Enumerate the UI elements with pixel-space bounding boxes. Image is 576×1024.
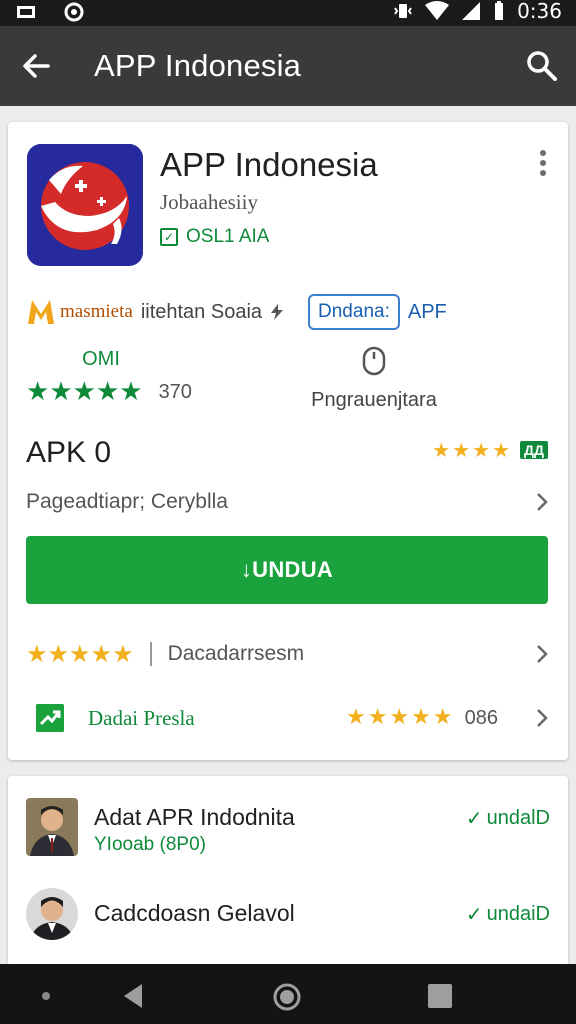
- rating-summary: OMI ★ ★ ★ ★ ★ 370: [26, 348, 216, 405]
- checkmark-icon: ✓: [465, 904, 483, 926]
- star-icon: ★: [69, 640, 91, 668]
- star-icon: ★: [90, 640, 113, 668]
- category-suffix[interactable]: APF: [408, 301, 447, 324]
- install-info: Pngrauenjtara: [304, 346, 444, 412]
- rating-stars: ★ ★ ★ ★ ★ 370: [26, 379, 216, 405]
- list-item-title: Adat APR Indodnita: [94, 804, 295, 830]
- star-icon: ★: [26, 640, 48, 668]
- checkmark-icon: ✓: [465, 808, 483, 830]
- trending-icon: [36, 704, 64, 732]
- star-icon: ★: [345, 705, 366, 730]
- star-icon: ★: [112, 640, 134, 668]
- status-bar: 0:36: [0, 0, 576, 26]
- app-bar: APP Indonesia: [0, 26, 576, 106]
- apk-title: APK 0: [26, 436, 112, 469]
- star-icon: ★: [411, 705, 431, 730]
- sync-icon: [64, 2, 84, 22]
- notification-icon: [17, 6, 35, 18]
- lightning-icon: [271, 304, 284, 320]
- trend-number: 086: [464, 706, 498, 729]
- trend-row[interactable]: Dadai Presla ★ ★ ★ ★ ★ 086: [26, 700, 550, 736]
- page-title: APP Indonesia: [94, 48, 302, 83]
- battery-icon: [495, 1, 504, 20]
- system-nav-bar: [0, 964, 576, 1024]
- star-icon: ★: [472, 438, 491, 462]
- app-logo: [27, 144, 143, 266]
- wifi-icon: [425, 1, 450, 20]
- avatar: [26, 798, 78, 856]
- star-icon: ★: [452, 438, 471, 462]
- avatar: [26, 888, 78, 940]
- mouse-icon: [362, 346, 386, 376]
- star-icon: ★: [119, 377, 143, 407]
- category-pill[interactable]: Dndana:: [308, 294, 400, 330]
- app-detail-card: APP Indonesia Jobaahesiiy ✓ OSL1 AIA mas…: [8, 122, 568, 760]
- tag-row: masmieta iitehtan Soaia Dndana: APF: [26, 292, 447, 332]
- star-icon: ★: [72, 377, 96, 407]
- install-label: Pngrauenjtara: [311, 389, 437, 411]
- tag-text: iitehtan Soaia: [140, 300, 263, 323]
- reviews-text: Dacadarrsesm: [167, 642, 305, 665]
- overflow-menu-icon[interactable]: [538, 150, 548, 178]
- download-action[interactable]: ✓ undalD: [466, 806, 550, 831]
- trend-stars: ★ ★ ★ ★ ★ 086: [346, 705, 498, 731]
- download-action-label: undalD: [486, 807, 550, 829]
- vibrate-icon: [394, 4, 412, 18]
- developer-name[interactable]: Jobaahesiiy: [160, 190, 258, 215]
- m-logo-icon: [28, 300, 54, 324]
- chevron-right-icon: [537, 645, 548, 663]
- download-action[interactable]: ✓ undaiD: [466, 902, 550, 927]
- trend-text: Dadai Presla: [88, 705, 195, 730]
- star-icon: ★: [367, 705, 388, 730]
- description-row[interactable]: Pageadtiapr; Ceryblla: [26, 484, 550, 520]
- app-name: APP Indonesia: [160, 146, 378, 183]
- chevron-right-icon: [537, 493, 548, 511]
- mini-rating: ★ ★ ★ ★ ДД: [432, 440, 548, 460]
- reviews-row[interactable]: ★ ★ ★ ★ ★ Dacadarrsesm: [26, 636, 550, 672]
- download-action-label: undaiD: [486, 903, 550, 925]
- list-item[interactable]: Cadcdoasn Gelavol ✓ undaiD: [26, 882, 550, 944]
- description-text: Pageadtiapr; Ceryblla: [26, 490, 228, 513]
- status-time: 0:36: [517, 0, 562, 23]
- rating-count: 370: [158, 380, 192, 403]
- nav-home-icon[interactable]: [272, 982, 302, 1012]
- rating-box-icon: ✓: [160, 228, 178, 246]
- install-button[interactable]: ↓UNDUA: [26, 536, 548, 604]
- search-icon[interactable]: [524, 48, 560, 84]
- mini-badge: ДД: [520, 441, 548, 459]
- star-icon: ★: [49, 377, 73, 407]
- star-icon: ★: [432, 705, 453, 730]
- nav-recents-icon[interactable]: [428, 984, 452, 1008]
- star-icon: ★: [492, 438, 511, 462]
- divider: [149, 642, 152, 666]
- badge-text: OSL1 AIA: [186, 226, 270, 247]
- star-icon: ★: [95, 377, 120, 407]
- star-icon: ★: [26, 377, 50, 407]
- list-item-subtitle: YIooab (8P0): [94, 834, 206, 855]
- rating-top-label: OMI: [82, 348, 120, 370]
- list-item-title: Cadcdoasn Gelavol: [94, 900, 295, 926]
- related-apps-card: Adat APR Indodnita YIooab (8P0) ✓ undalD…: [8, 776, 568, 966]
- star-icon: ★: [47, 640, 70, 668]
- nav-dot-icon: [42, 992, 50, 1000]
- star-icon: ★: [389, 705, 410, 730]
- chevron-right-icon: [537, 709, 548, 727]
- tag-brand: masmieta: [60, 301, 133, 322]
- list-item[interactable]: Adat APR Indodnita YIooab (8P0) ✓ undalD: [26, 796, 550, 858]
- star-icon: ★: [432, 438, 451, 462]
- content-rating-badge: ✓ OSL1 AIA: [160, 226, 269, 248]
- nav-back-icon[interactable]: [120, 982, 146, 1010]
- signal-icon: [462, 2, 481, 20]
- back-arrow-icon[interactable]: [18, 48, 54, 84]
